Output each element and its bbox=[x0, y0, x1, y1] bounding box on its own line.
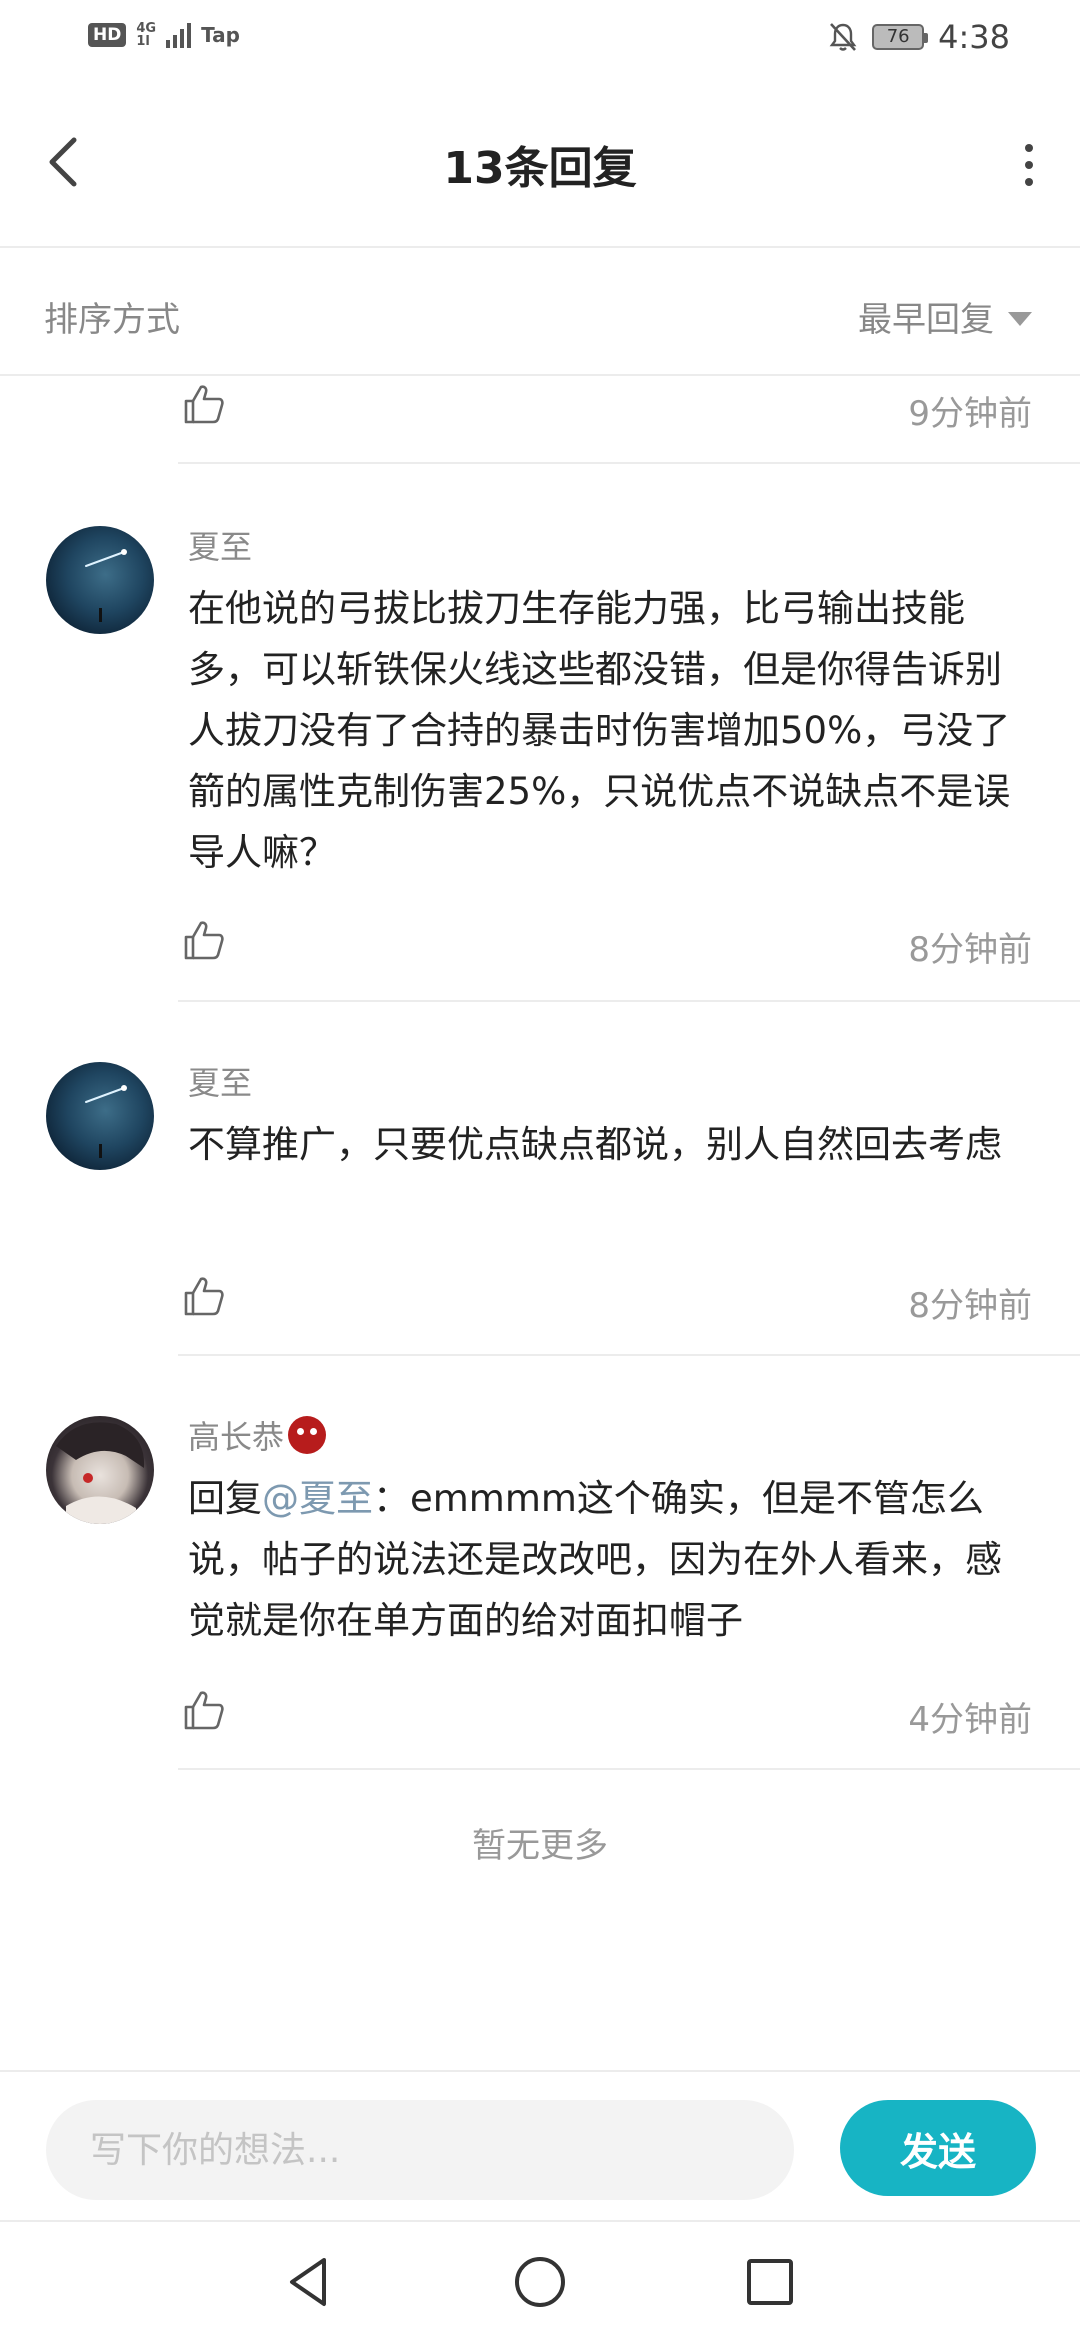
avatar-night-sky-image bbox=[85, 1085, 127, 1158]
divider bbox=[178, 1768, 1080, 1770]
nav-recents-square-icon[interactable] bbox=[740, 2252, 800, 2312]
sort-row: 排序方式 最早回复 bbox=[0, 248, 1080, 376]
comment-time: 8分钟前 bbox=[908, 1286, 1032, 1326]
comment-time: 8分钟前 bbox=[908, 930, 1032, 970]
no-more-text: 暂无更多 bbox=[472, 1826, 608, 1866]
signal-icon bbox=[166, 22, 192, 48]
comment-text: 在他说的弓拔比拔刀生存能力强，比弓输出技能多，可以斩铁保火线这些都没错，但是你得… bbox=[188, 587, 1011, 874]
thumbs-up-icon[interactable] bbox=[182, 918, 226, 962]
avatar-night-sky-image bbox=[85, 549, 127, 622]
mute-bell-icon bbox=[829, 23, 857, 51]
tap-app-indicator: Tap bbox=[201, 23, 240, 47]
more-vertical-icon[interactable] bbox=[1022, 144, 1036, 186]
battery-level: 76 bbox=[886, 26, 910, 47]
comment-username[interactable]: 夏至 bbox=[188, 522, 252, 568]
comment-username-text: 高长恭 bbox=[188, 1418, 285, 1456]
avatar[interactable] bbox=[46, 526, 154, 634]
system-nav-bar bbox=[0, 2220, 1080, 2342]
comment-username[interactable]: 高长恭 bbox=[188, 1412, 327, 1458]
network-sub-label: 1l bbox=[136, 34, 150, 49]
comment-time: 4分钟前 bbox=[908, 1700, 1032, 1740]
comment-input[interactable] bbox=[46, 2100, 794, 2200]
comment-partial: 9分钟前 bbox=[0, 376, 1080, 462]
clock: 4:38 bbox=[938, 18, 1010, 56]
app-header: 13条回复 bbox=[0, 80, 1080, 248]
comment-input-bar: 发送 bbox=[0, 2070, 1080, 2222]
network-type: 4G 1l bbox=[136, 22, 156, 48]
nav-home-circle-icon[interactable] bbox=[510, 2252, 570, 2312]
sort-label: 排序方式 bbox=[44, 300, 180, 340]
avatar[interactable] bbox=[46, 1416, 154, 1524]
nav-back-triangle-icon[interactable] bbox=[280, 2252, 340, 2312]
comment-item: 高长恭 回复@夏至：emmmm这个确实，但是不管怎么说，帖子的说法还是改改吧，因… bbox=[0, 1356, 1080, 1768]
thumbs-up-icon[interactable] bbox=[182, 382, 226, 426]
status-left: HD 4G 1l Tap bbox=[88, 22, 240, 48]
battery-icon: 76 bbox=[872, 24, 929, 50]
thumbs-up-icon[interactable] bbox=[182, 1688, 226, 1732]
comment-text: 回复@夏至：emmmm这个确实，但是不管怎么说，帖子的说法还是改改吧，因为在外人… bbox=[188, 1468, 1038, 1651]
red-devil-emoji-icon bbox=[288, 1416, 327, 1454]
reply-prefix: 回复 bbox=[188, 1477, 262, 1520]
comment-time: 9分钟前 bbox=[908, 394, 1032, 434]
comment-item: 夏至 在他说的弓拔比拔刀生存能力强，比弓输出技能多，可以斩铁保火线这些都没错，但… bbox=[0, 464, 1080, 1000]
page-title: 13条回复 bbox=[443, 143, 637, 194]
status-bar: HD 4G 1l Tap 76 4:38 bbox=[0, 0, 1080, 80]
triangle-down-icon bbox=[1008, 311, 1032, 326]
sort-dropdown[interactable]: 最早回复 bbox=[858, 292, 1032, 341]
comment-item: 夏至 不算推广，只要优点缺点都说，别人自然回去考虑 8分钟前 bbox=[0, 1002, 1080, 1354]
comment-username[interactable]: 夏至 bbox=[188, 1058, 252, 1104]
mention-link[interactable]: @夏至 bbox=[262, 1477, 373, 1520]
comment-text: 不算推广，只要优点缺点都说，别人自然回去考虑 bbox=[188, 1123, 1002, 1166]
status-right: 76 4:38 bbox=[828, 18, 1010, 56]
thumbs-up-icon[interactable] bbox=[182, 1274, 226, 1318]
avatar-anime-image bbox=[56, 1422, 145, 1524]
sort-value: 最早回复 bbox=[858, 300, 994, 340]
send-button[interactable]: 发送 bbox=[840, 2100, 1036, 2196]
hd-badge: HD bbox=[88, 23, 127, 47]
avatar[interactable] bbox=[46, 1062, 154, 1170]
